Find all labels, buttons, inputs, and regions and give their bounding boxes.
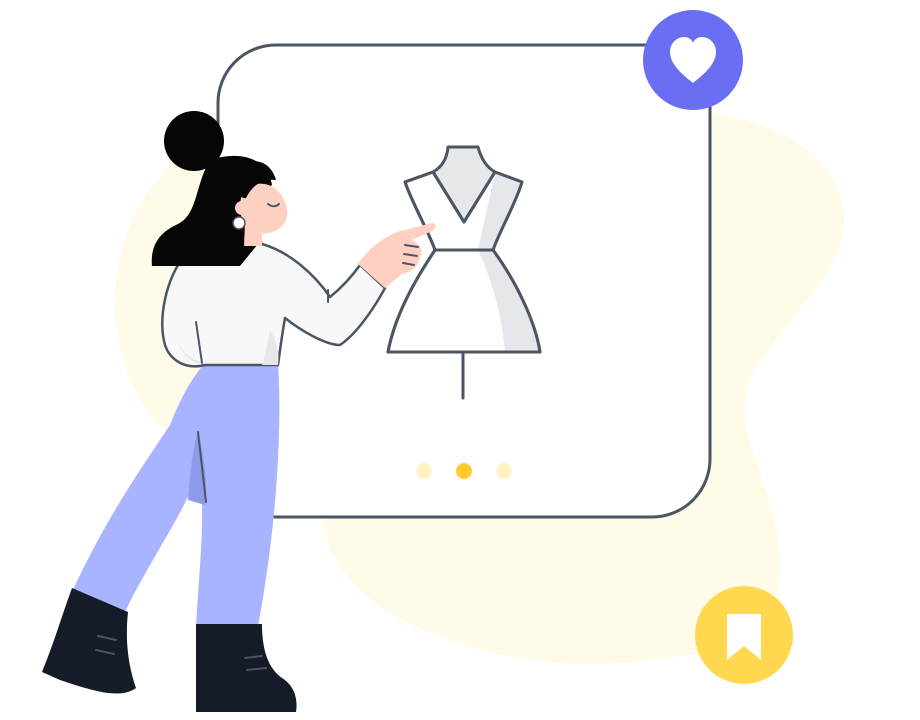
carousel-dot-1[interactable]	[416, 463, 432, 479]
carousel-dot-2-active[interactable]	[456, 463, 472, 479]
carousel-dot-3[interactable]	[496, 463, 512, 479]
hair-bun	[164, 111, 224, 171]
illustration-canvas	[42, 10, 844, 712]
earring	[232, 216, 246, 230]
fashion-illustration	[0, 0, 920, 720]
right-boot	[196, 624, 297, 712]
save-button[interactable]	[695, 586, 793, 684]
favorite-button[interactable]	[643, 10, 743, 110]
